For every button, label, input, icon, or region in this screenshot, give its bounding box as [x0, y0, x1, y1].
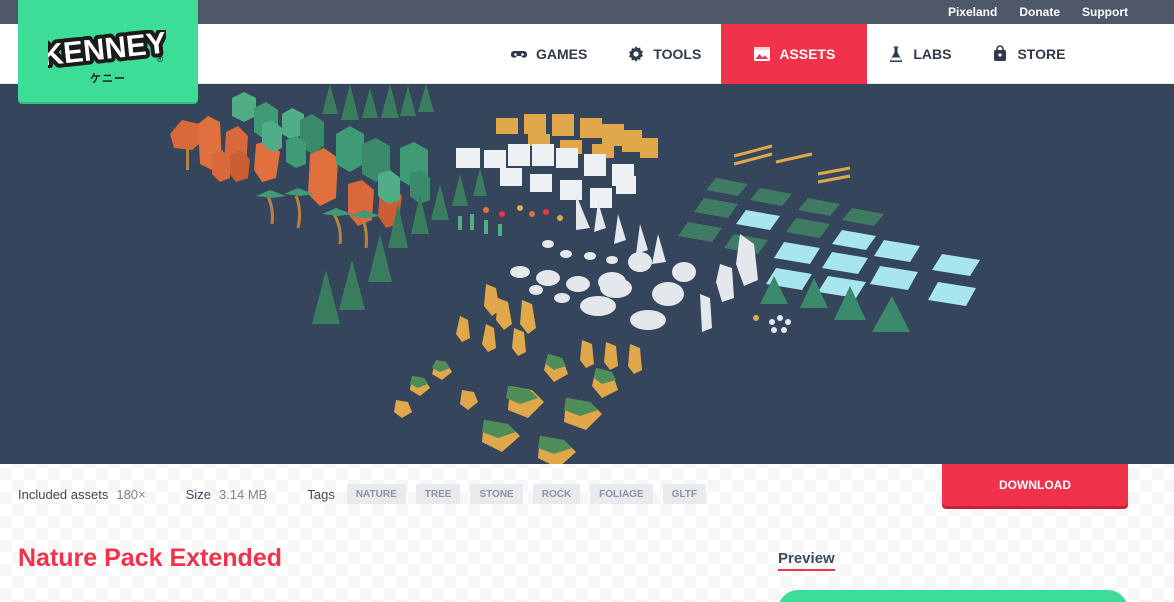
size-value: 3.14 MB [218, 486, 268, 502]
small-plants [458, 205, 563, 236]
donate-link[interactable]: Donate [1019, 5, 1060, 19]
tag-tree[interactable]: TREE [415, 484, 461, 504]
tag-gltf[interactable]: GLTF [662, 484, 706, 504]
kenney-logo[interactable]: KENNEY KENNEY ® ケニー [18, 0, 198, 102]
nav-tools-label: TOOLS [653, 46, 702, 62]
tag-nature[interactable]: NATURE [346, 484, 406, 504]
nav-assets[interactable]: ASSETS [721, 24, 868, 84]
nav-assets-label: ASSETS [779, 46, 836, 62]
shopping-bag-icon [991, 45, 1009, 63]
gear-icon [627, 45, 645, 63]
file-size: Size 3.14 MB [186, 487, 268, 502]
logo-wordmark: KENNEY KENNEY ® [48, 30, 166, 68]
nav-tools[interactable]: TOOLS [607, 24, 721, 84]
gamepad-icon [510, 45, 528, 63]
logo-text: KENNEY [48, 30, 166, 68]
preview-tab[interactable]: Preview [778, 550, 835, 571]
asset-info-bar: Included assets 180× Size 3.14 MB Tags N… [18, 482, 716, 506]
tags-label: Tags [307, 486, 335, 502]
tag-rock[interactable]: ROCK [532, 484, 581, 504]
download-button[interactable]: DOWNLOAD [942, 464, 1128, 506]
nature-assets-illustration [170, 84, 980, 464]
primary-nav: GAMES TOOLS ASSETS LABS STORE [490, 24, 1085, 84]
support-link[interactable]: Support [1082, 5, 1128, 19]
nav-store-label: STORE [1017, 46, 1066, 62]
asset-preview-image [0, 84, 1174, 464]
included-assets-label: Included assets [18, 486, 109, 502]
nav-games[interactable]: GAMES [490, 24, 607, 84]
logo-subtitle: ケニー [90, 73, 126, 85]
nav-labs[interactable]: LABS [867, 24, 971, 84]
preview-button[interactable] [778, 590, 1128, 602]
nav-labs-label: LABS [913, 46, 952, 62]
tag-list: Tags NATURE TREE STONE ROCK FOLIAGE GLTF [307, 484, 716, 504]
fence-posts [733, 144, 851, 184]
size-label: Size [185, 486, 211, 502]
flask-icon [887, 45, 905, 63]
registered-mark: ® [157, 54, 164, 64]
tag-stone[interactable]: STONE [470, 484, 523, 504]
top-links: Pixeland Donate Support [948, 0, 1128, 24]
campfire-ring [753, 315, 791, 333]
image-icon [753, 45, 771, 63]
tag-foliage[interactable]: FOLIAGE [590, 484, 653, 504]
included-assets: Included assets 180× [18, 487, 146, 502]
page-title: Nature Pack Extended [18, 544, 282, 572]
nav-store[interactable]: STORE [971, 24, 1085, 84]
nav-games-label: GAMES [536, 46, 588, 62]
pixeland-link[interactable]: Pixeland [948, 5, 997, 19]
included-assets-value: 180× [116, 486, 146, 502]
